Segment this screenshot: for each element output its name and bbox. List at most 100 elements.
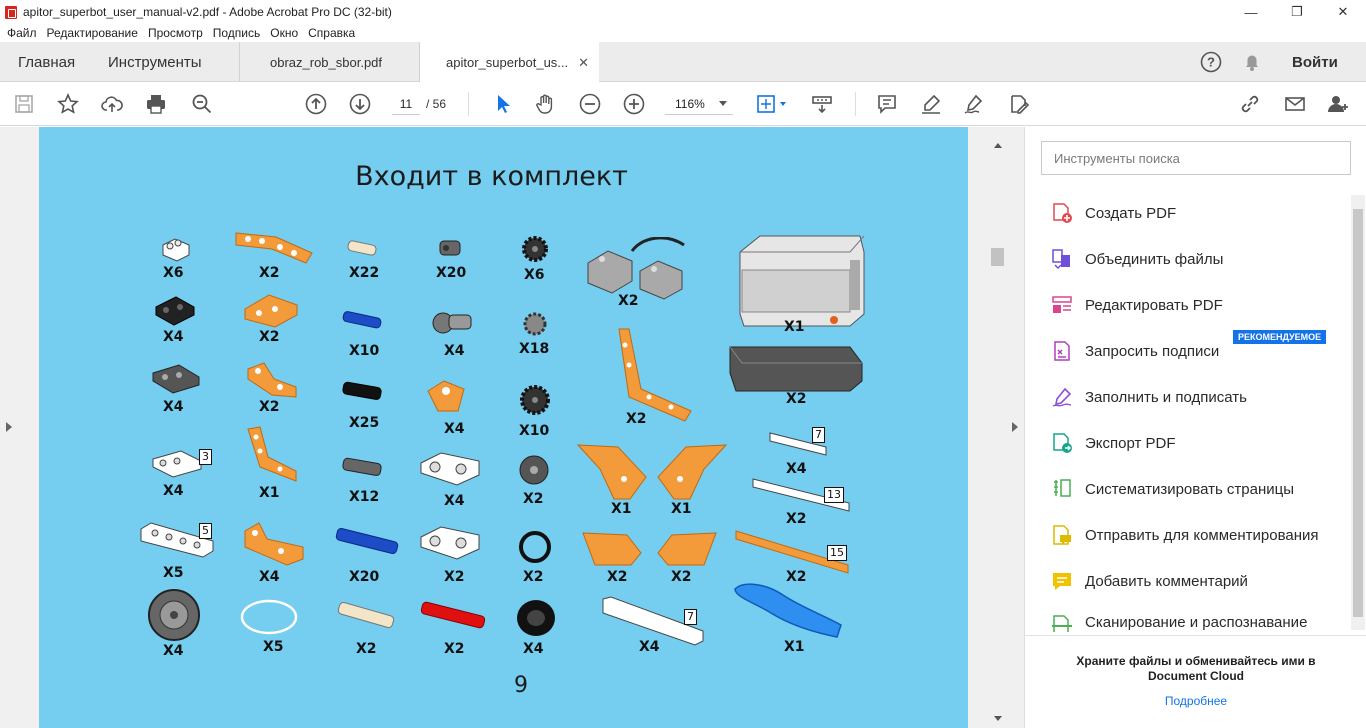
part-label: X2 xyxy=(671,569,692,585)
right-panel-toggle[interactable] xyxy=(1006,127,1024,728)
fill-sign-pen-icon xyxy=(1052,387,1072,407)
chevron-down-icon xyxy=(719,101,727,106)
close-tab-icon[interactable]: ✕ xyxy=(578,55,589,71)
tool-label: Добавить комментарий xyxy=(1085,572,1248,590)
tool-send-for-comments[interactable]: Отправить для комментирования xyxy=(1051,522,1319,548)
tool-add-comment[interactable]: Добавить комментарий xyxy=(1051,568,1248,594)
sensor-pair-image xyxy=(587,237,685,300)
cloud-promo-text: Храните файлы и обменивайтесь ими в Docu… xyxy=(1076,654,1316,683)
tab-home[interactable]: Главная xyxy=(18,42,75,82)
left-panel-collapsed[interactable] xyxy=(0,127,18,728)
share-link-icon[interactable] xyxy=(1236,90,1264,118)
menu-help[interactable]: Справка xyxy=(308,26,355,40)
part-label: X25 xyxy=(349,415,380,431)
zoom-in-icon[interactable] xyxy=(620,90,648,118)
comment-icon[interactable] xyxy=(873,90,901,118)
pulley-wheel-image xyxy=(519,455,549,485)
part-label: X12 xyxy=(349,489,380,505)
length-badge: 13 xyxy=(824,487,844,503)
star-icon[interactable] xyxy=(54,90,82,118)
add-user-icon[interactable] xyxy=(1324,90,1352,118)
scroll-down-icon[interactable] xyxy=(993,715,1003,723)
brick-piece-image xyxy=(162,238,190,262)
fill-sign-icon[interactable] xyxy=(1005,90,1033,118)
edit-pdf-icon xyxy=(1052,296,1072,313)
part-label: X4 xyxy=(163,483,184,499)
close-window-button[interactable]: ✕ xyxy=(1320,0,1366,24)
fit-page-icon[interactable] xyxy=(752,90,792,118)
tab-tools[interactable]: Инструменты xyxy=(108,42,202,82)
menu-sign[interactable]: Подпись xyxy=(213,26,261,40)
bell-icon[interactable] xyxy=(1238,48,1266,76)
restore-button[interactable]: ❐ xyxy=(1274,0,1320,24)
email-icon[interactable] xyxy=(1281,90,1309,118)
organize-pages-icon xyxy=(1054,479,1071,497)
help-icon[interactable]: ? xyxy=(1197,48,1225,76)
tool-label: Запросить подписи xyxy=(1085,342,1220,360)
scroll-thumb[interactable] xyxy=(991,248,1004,266)
send-comments-icon xyxy=(1053,525,1071,545)
zoom-out-icon[interactable] xyxy=(576,90,604,118)
blue-long-axle-image xyxy=(335,528,399,554)
small-gear-image xyxy=(523,312,547,336)
tool-request-signatures[interactable]: Запросить подписи xyxy=(1051,338,1219,364)
part-label: X20 xyxy=(349,569,380,585)
tool-label: Сканирование и распознавание xyxy=(1085,614,1308,631)
part-label: X5 xyxy=(263,639,284,655)
zoom-search-icon[interactable] xyxy=(188,90,216,118)
tool-label: Систематизировать страницы xyxy=(1085,480,1295,498)
orange-bent-beam-image xyxy=(247,426,297,482)
prev-page-icon[interactable] xyxy=(302,90,330,118)
tool-organize-pages[interactable]: Систематизировать страницы xyxy=(1051,476,1294,502)
select-cursor-icon[interactable] xyxy=(488,90,516,118)
tool-fill-sign[interactable]: Заполнить и подписать xyxy=(1051,384,1247,410)
document-scrollbar[interactable] xyxy=(989,127,1006,728)
document-cloud-promo: Храните файлы и обменивайтесь ими в Docu… xyxy=(1025,635,1366,728)
next-page-icon[interactable] xyxy=(346,90,374,118)
grey-beam-image xyxy=(152,364,200,394)
highlight-pen-icon[interactable] xyxy=(917,90,945,118)
part-label: X2 xyxy=(259,399,280,415)
upload-cloud-icon[interactable] xyxy=(98,90,126,118)
connector-piece-image xyxy=(439,240,461,256)
tools-panel-scrollbar[interactable] xyxy=(1351,195,1365,630)
tool-export-pdf[interactable]: Экспорт PDF xyxy=(1051,430,1176,456)
part-label: X10 xyxy=(349,343,380,359)
print-icon[interactable] xyxy=(142,90,170,118)
minimize-button[interactable]: — xyxy=(1228,0,1274,24)
scroll-up-icon[interactable] xyxy=(993,141,1003,149)
menu-view[interactable]: Просмотр xyxy=(148,26,203,40)
tools-panel-scroll-thumb[interactable] xyxy=(1353,209,1363,617)
save-icon[interactable] xyxy=(10,90,38,118)
part-label: X1 xyxy=(784,319,805,335)
learn-more-link[interactable]: Подробнее xyxy=(1025,694,1366,708)
document-viewer[interactable]: Входит в комплект X6 X2 X22 X20 X6 X2 X1… xyxy=(18,127,989,728)
window-title: apitor_superbot_user_manual-v2.pdf - Ado… xyxy=(23,5,392,19)
tab-doc-apitor[interactable]: apitor_superbot_us... ✕ xyxy=(419,42,599,83)
page-number-input[interactable]: 11 xyxy=(392,93,420,115)
tool-scan-ocr[interactable]: Сканирование и распознавание xyxy=(1051,614,1307,632)
expand-left-icon[interactable] xyxy=(5,421,13,433)
sign-in-button[interactable]: Войти xyxy=(1292,42,1338,82)
part-label: X2 xyxy=(607,569,628,585)
tool-edit-pdf[interactable]: Редактировать PDF xyxy=(1051,292,1223,318)
menu-edit[interactable]: Редактирование xyxy=(47,26,138,40)
zoom-level-select[interactable]: 116% xyxy=(665,93,733,115)
hand-tool-icon[interactable] xyxy=(532,90,560,118)
tab-doc-obraz[interactable]: obraz_rob_sbor.pdf xyxy=(239,42,419,82)
collapse-right-icon[interactable] xyxy=(1011,421,1019,433)
length-badge: 7 xyxy=(812,427,825,443)
part-label: X18 xyxy=(519,341,550,357)
scroll-mode-icon[interactable] xyxy=(808,90,836,118)
sign-icon[interactable] xyxy=(960,90,988,118)
part-label: X1 xyxy=(259,485,280,501)
export-pdf-icon xyxy=(1053,433,1072,453)
white-beam-3-image xyxy=(152,450,202,478)
menu-window[interactable]: Окно xyxy=(270,26,298,40)
tool-combine-files[interactable]: Объединить файлы xyxy=(1051,246,1223,272)
tools-search-input[interactable]: Инструменты поиска xyxy=(1041,141,1351,175)
tab-doc-obraz-label: obraz_rob_sbor.pdf xyxy=(270,54,383,70)
part-label: X4 xyxy=(444,493,465,509)
tool-create-pdf[interactable]: Создать PDF xyxy=(1051,200,1176,226)
menu-file[interactable]: Файл xyxy=(7,26,37,40)
